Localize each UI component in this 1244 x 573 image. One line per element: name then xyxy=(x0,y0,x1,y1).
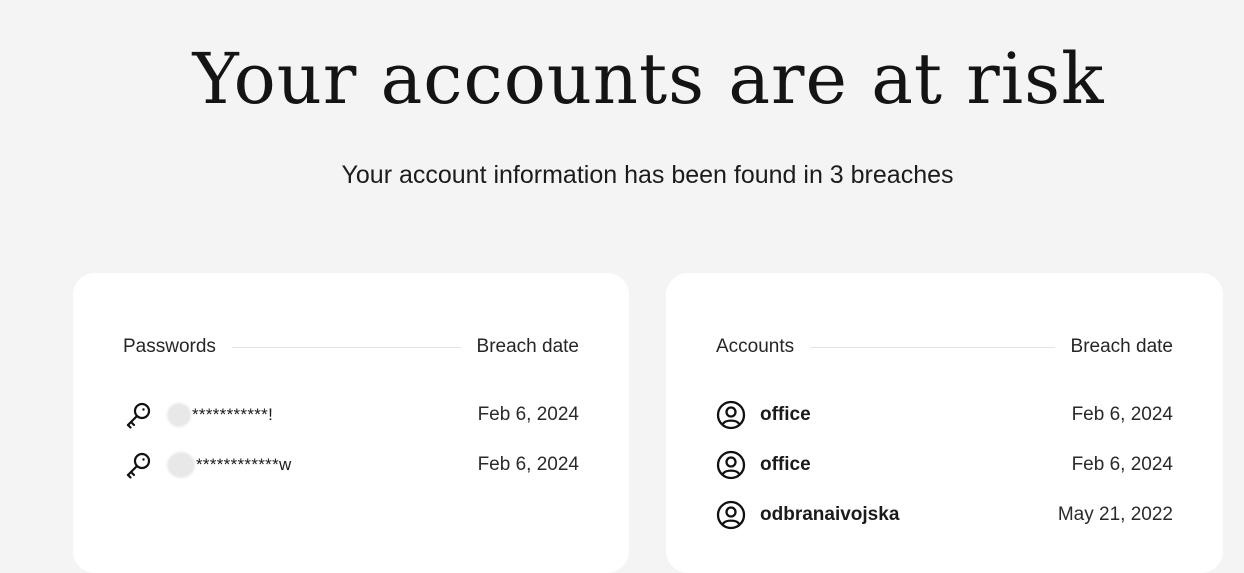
masked-password: ***********! xyxy=(167,403,478,427)
breach-date: Feb 6, 2024 xyxy=(477,404,579,425)
header-divider xyxy=(810,346,1055,348)
redacted-blur xyxy=(167,403,191,427)
breach-date-heading: Breach date xyxy=(476,336,579,357)
header-divider xyxy=(231,346,461,348)
account-row: odbranaivojska May 21, 2022 xyxy=(716,498,1173,532)
breach-date: Feb 6, 2024 xyxy=(1071,404,1173,425)
masked-password: ************w xyxy=(167,452,478,478)
key-icon xyxy=(123,400,153,430)
passwords-card: Passwords Breach date ***********! Feb 6… xyxy=(73,273,629,573)
breach-date-heading: Breach date xyxy=(1070,336,1173,357)
accounts-heading: Accounts xyxy=(716,336,795,357)
account-name: office xyxy=(760,404,811,425)
account-row: office Feb 6, 2024 xyxy=(716,398,1173,432)
page-title: Your accounts are at risk xyxy=(192,38,1105,120)
redacted-blur xyxy=(167,452,195,478)
password-row: ***********! Feb 6, 2024 xyxy=(123,398,579,432)
user-circle-icon xyxy=(716,500,746,530)
account-row: office Feb 6, 2024 xyxy=(716,448,1173,482)
breach-date: Feb 6, 2024 xyxy=(1071,454,1173,475)
user-circle-icon xyxy=(716,450,746,480)
key-icon xyxy=(123,450,153,480)
passwords-heading: Passwords xyxy=(123,336,216,357)
masked-password-text: ************w xyxy=(196,455,292,474)
passwords-card-header: Passwords Breach date xyxy=(123,335,579,359)
accounts-card-header: Accounts Breach date xyxy=(716,335,1173,359)
accounts-card: Accounts Breach date office Feb 6, 2024 … xyxy=(666,273,1223,573)
breach-summary: Your account information has been found … xyxy=(341,161,954,189)
account-name: office xyxy=(760,454,811,475)
masked-password-text: ***********! xyxy=(192,405,274,424)
user-circle-icon xyxy=(716,400,746,430)
password-row: ************w Feb 6, 2024 xyxy=(123,448,579,482)
breach-date: May 21, 2022 xyxy=(1057,504,1173,525)
breach-date: Feb 6, 2024 xyxy=(477,454,579,475)
account-name: odbranaivojska xyxy=(760,504,900,525)
